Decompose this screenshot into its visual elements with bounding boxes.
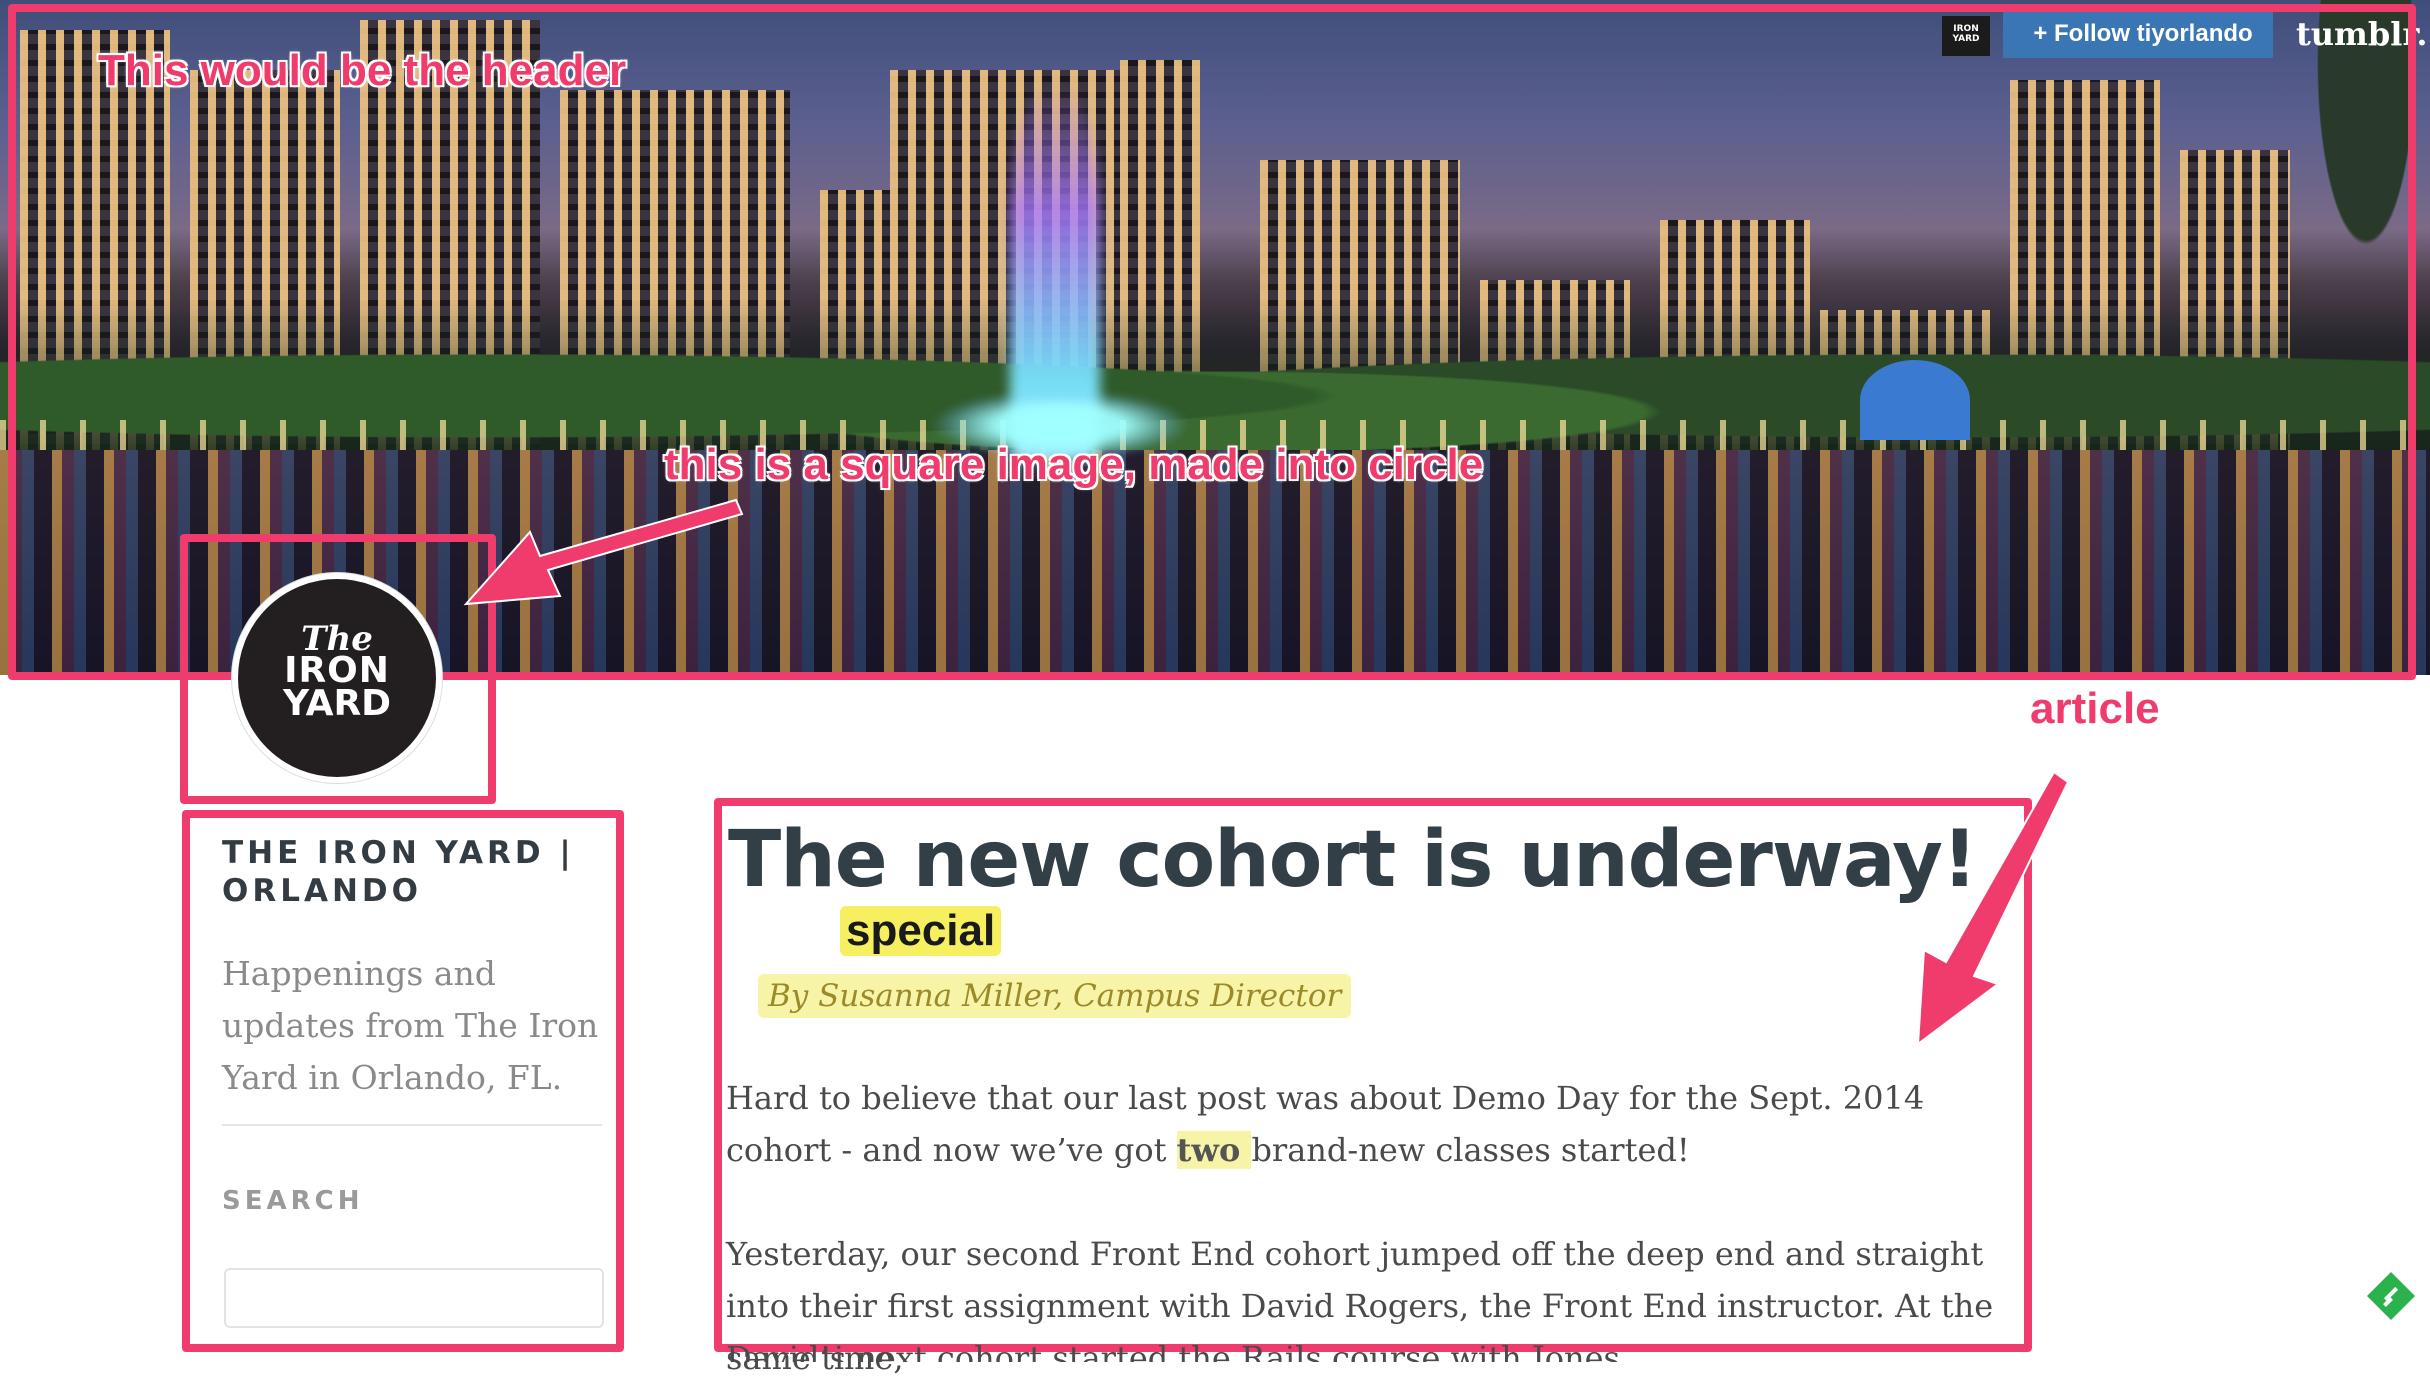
special-annotation-label: special <box>840 906 1002 956</box>
paragraph-text: brand-new classes started! <box>1251 1131 1690 1169</box>
highlighted-word: two <box>1176 1131 1252 1169</box>
sidebar-divider <box>222 1124 602 1126</box>
post-paragraph-cut: David’s next cohort started the Rails co… <box>726 1339 1620 1362</box>
circle-annotation-label: this is a square image, made into circle <box>664 440 1484 489</box>
post-paragraph: Hard to believe that our last post was a… <box>726 1072 2026 1176</box>
post-title[interactable]: The new cohort is underway! <box>728 810 1978 910</box>
logo-yard-text: YARD <box>282 683 392 724</box>
feedly-icon[interactable] <box>2365 1270 2417 1322</box>
post-byline: By Susanna Miller, Campus Director <box>758 974 1352 1018</box>
site-description: Happenings and updates from The Iron Yar… <box>222 954 599 1097</box>
iron-yard-logo[interactable]: The IRON YARD <box>232 573 442 783</box>
search-label: SEARCH <box>222 1186 364 1216</box>
site-title[interactable]: THE IRON YARD | ORLANDO <box>222 834 582 910</box>
article-annotation-label: article <box>2030 684 2160 733</box>
header-annotation-label: This would be the header <box>98 46 627 95</box>
search-input[interactable] <box>224 1268 604 1328</box>
